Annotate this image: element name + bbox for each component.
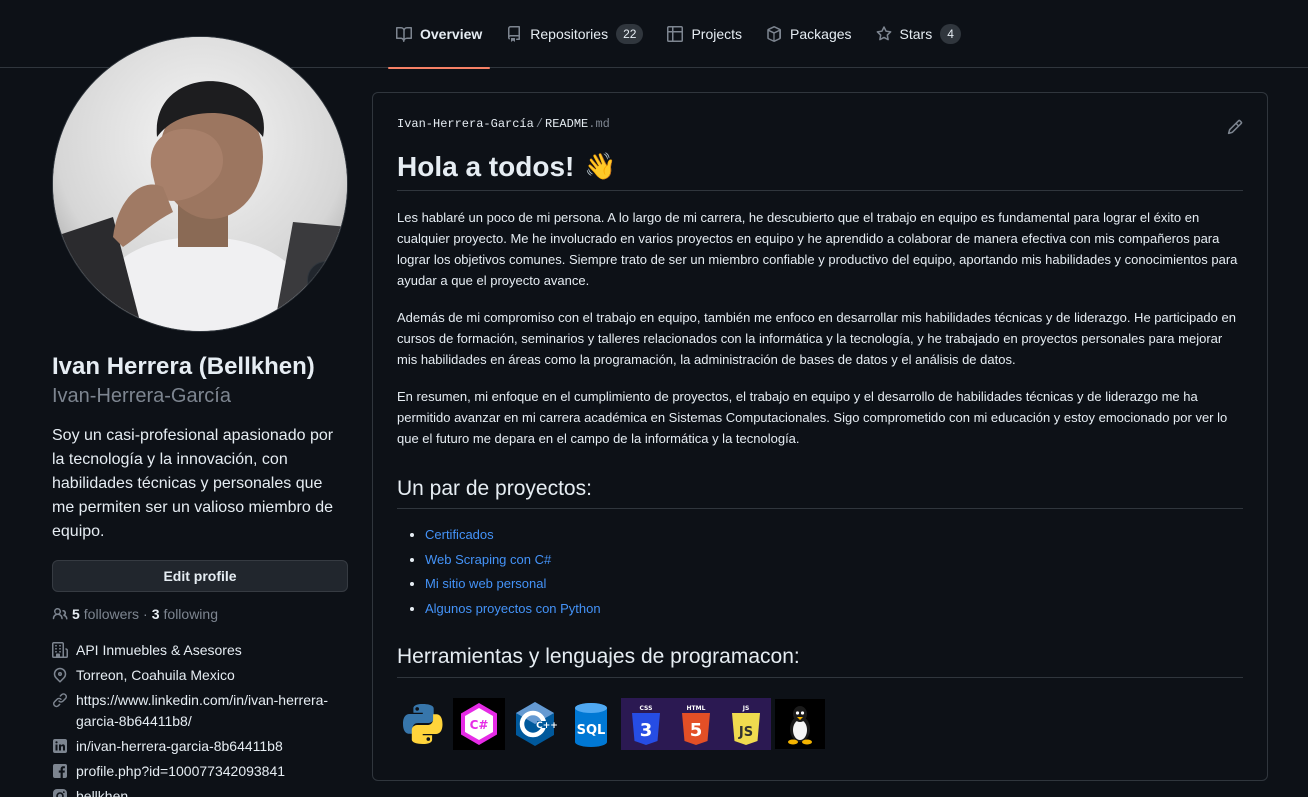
- tools-heading: Herramientas y lenguajes de programacon:: [397, 643, 1243, 678]
- csharp-logo-text: C#: [470, 718, 489, 732]
- repo-icon: [506, 26, 522, 42]
- cpp-logo-text: C++: [536, 721, 558, 731]
- instagram-icon: [52, 788, 68, 797]
- readme-heading: Hola a todos! 👋: [397, 149, 1243, 191]
- followers-label: followers: [83, 606, 140, 622]
- profile-bio: Soy un casi-profesional apasionado por l…: [52, 427, 334, 540]
- tab-packages-label: Packages: [790, 26, 852, 42]
- linkedin-icon: [52, 738, 68, 754]
- readme-heading-text: Hola a todos!: [397, 151, 575, 182]
- list-item: Certificados: [425, 523, 1243, 548]
- followers-link[interactable]: 5 followers: [72, 606, 139, 622]
- project-link-python[interactable]: Algunos proyectos con Python: [425, 601, 601, 616]
- tab-list: Overview Repositories 22 Projects Packag…: [388, 0, 977, 69]
- book-icon: [396, 26, 412, 42]
- project-link-personal-site[interactable]: Mi sitio web personal: [425, 576, 546, 591]
- js-logo-inner-text: JS: [738, 725, 753, 740]
- tools-logos: C# C++ SQL CSS 3 HTML 5 JS JS: [397, 697, 1243, 750]
- sql-logo-text: SQL: [577, 723, 606, 738]
- cpp-logo: C++: [509, 698, 561, 750]
- detail-linkedin: in/ivan-herrera-garcia-8b64411b8: [52, 736, 348, 757]
- js-logo: JS JS: [721, 697, 771, 750]
- detail-organization: API Inmuebles & Asesores: [52, 640, 348, 661]
- html-logo-text: HTML: [687, 705, 706, 712]
- readme-path: Ivan-Herrera-García / README.md: [397, 117, 1243, 131]
- css-logo: CSS 3: [621, 697, 671, 750]
- detail-instagram: bellkhen: [52, 786, 348, 797]
- people-icon: [52, 606, 68, 622]
- alien-monster-icon: 👾: [316, 272, 336, 289]
- tab-projects[interactable]: Projects: [659, 0, 750, 68]
- sql-logo: SQL: [565, 698, 617, 750]
- location-icon: [52, 667, 68, 683]
- python-logo: [397, 698, 449, 750]
- followers-count: 5: [72, 606, 80, 622]
- avatar-photo: [53, 37, 347, 331]
- profile-details-list: API Inmuebles & Asesores Torreon, Coahui…: [52, 640, 348, 797]
- readme-paragraph-2: Además de mi compromiso con el trabajo e…: [397, 310, 1236, 367]
- repositories-count-badge: 22: [616, 24, 644, 44]
- following-label: following: [163, 606, 218, 622]
- projects-list: Certificados Web Scraping con C# Mi siti…: [397, 523, 1243, 621]
- detail-facebook: profile.php?id=100077342093841: [52, 761, 348, 782]
- tab-projects-label: Projects: [691, 26, 743, 42]
- html-logo: HTML 5: [671, 697, 721, 750]
- readme-paragraph-1: Les hablaré un poco de mi persona. A lo …: [397, 210, 1238, 288]
- projects-heading: Un par de proyectos:: [397, 475, 1243, 510]
- profile-fullname: Ivan Herrera (Bellkhen): [52, 353, 315, 380]
- detail-linkedin-link[interactable]: in/ivan-herrera-garcia-8b64411b8: [76, 736, 283, 757]
- html-logo-number: 5: [690, 720, 703, 741]
- follow-separator: ·: [143, 606, 148, 622]
- readme-path-file-link[interactable]: README: [545, 117, 588, 131]
- organization-icon: [52, 642, 68, 658]
- project-link-certificados[interactable]: Certificados: [425, 527, 494, 542]
- list-item: Web Scraping con C#: [425, 548, 1243, 573]
- list-item: Algunos proyectos con Python: [425, 597, 1243, 622]
- readme-path-user-link[interactable]: Ivan-Herrera-García: [397, 117, 534, 131]
- stars-count-badge: 4: [940, 24, 961, 44]
- tab-overview[interactable]: Overview: [388, 0, 491, 69]
- avatar[interactable]: 👾: [52, 36, 348, 332]
- star-icon: [876, 26, 892, 42]
- readme-card: Ivan-Herrera-García / README.md Hola a tod…: [372, 92, 1268, 781]
- csharp-logo: C#: [453, 697, 505, 750]
- edit-readme-pencil-icon[interactable]: [1227, 119, 1243, 135]
- tab-packages[interactable]: Packages: [758, 0, 859, 68]
- following-link[interactable]: 3 following: [152, 606, 218, 622]
- readme-path-extension: .md: [588, 117, 610, 131]
- waving-hand-icon: 👋: [584, 151, 617, 182]
- readme-path-separator: /: [535, 117, 544, 131]
- tab-repositories-label: Repositories: [530, 26, 609, 42]
- detail-location-text: Torreon, Coahuila Mexico: [76, 667, 235, 683]
- list-item: Mi sitio web personal: [425, 572, 1243, 597]
- detail-location: Torreon, Coahuila Mexico: [52, 665, 348, 686]
- link-icon: [52, 692, 68, 708]
- linux-logo: [775, 698, 825, 749]
- follow-stats: 5 followers · 3 following: [52, 606, 348, 622]
- tab-repositories[interactable]: Repositories 22: [498, 0, 651, 68]
- readme-paragraph-3: En resumen, mi enfoque en el cumplimient…: [397, 389, 1228, 446]
- detail-website-link[interactable]: https://www.linkedin.com/in/ivan-herrera…: [76, 690, 348, 732]
- following-count: 3: [151, 606, 160, 622]
- css-logo-number: 3: [640, 720, 653, 741]
- detail-instagram-link[interactable]: bellkhen: [76, 786, 128, 797]
- status-emoji-button[interactable]: 👾: [307, 261, 345, 299]
- tab-stars[interactable]: Stars 4: [868, 0, 969, 68]
- js-logo-text: JS: [742, 705, 750, 712]
- tab-overview-label: Overview: [420, 26, 483, 42]
- detail-organization-text: API Inmuebles & Asesores: [76, 642, 242, 658]
- detail-facebook-link[interactable]: profile.php?id=100077342093841: [76, 761, 285, 782]
- table-icon: [667, 26, 684, 42]
- profile-sidebar: 👾 Ivan Herrera (Bellkhen) Ivan-Herrera-G…: [52, 36, 348, 797]
- edit-profile-button[interactable]: Edit profile: [52, 560, 348, 592]
- css-logo-text: CSS: [640, 705, 653, 712]
- project-link-web-scraping[interactable]: Web Scraping con C#: [425, 552, 551, 567]
- facebook-icon: [52, 763, 68, 779]
- tab-stars-label: Stars: [899, 26, 933, 42]
- package-icon: [766, 26, 782, 42]
- profile-username: Ivan-Herrera-García: [52, 385, 231, 407]
- detail-website: https://www.linkedin.com/in/ivan-herrera…: [52, 690, 348, 732]
